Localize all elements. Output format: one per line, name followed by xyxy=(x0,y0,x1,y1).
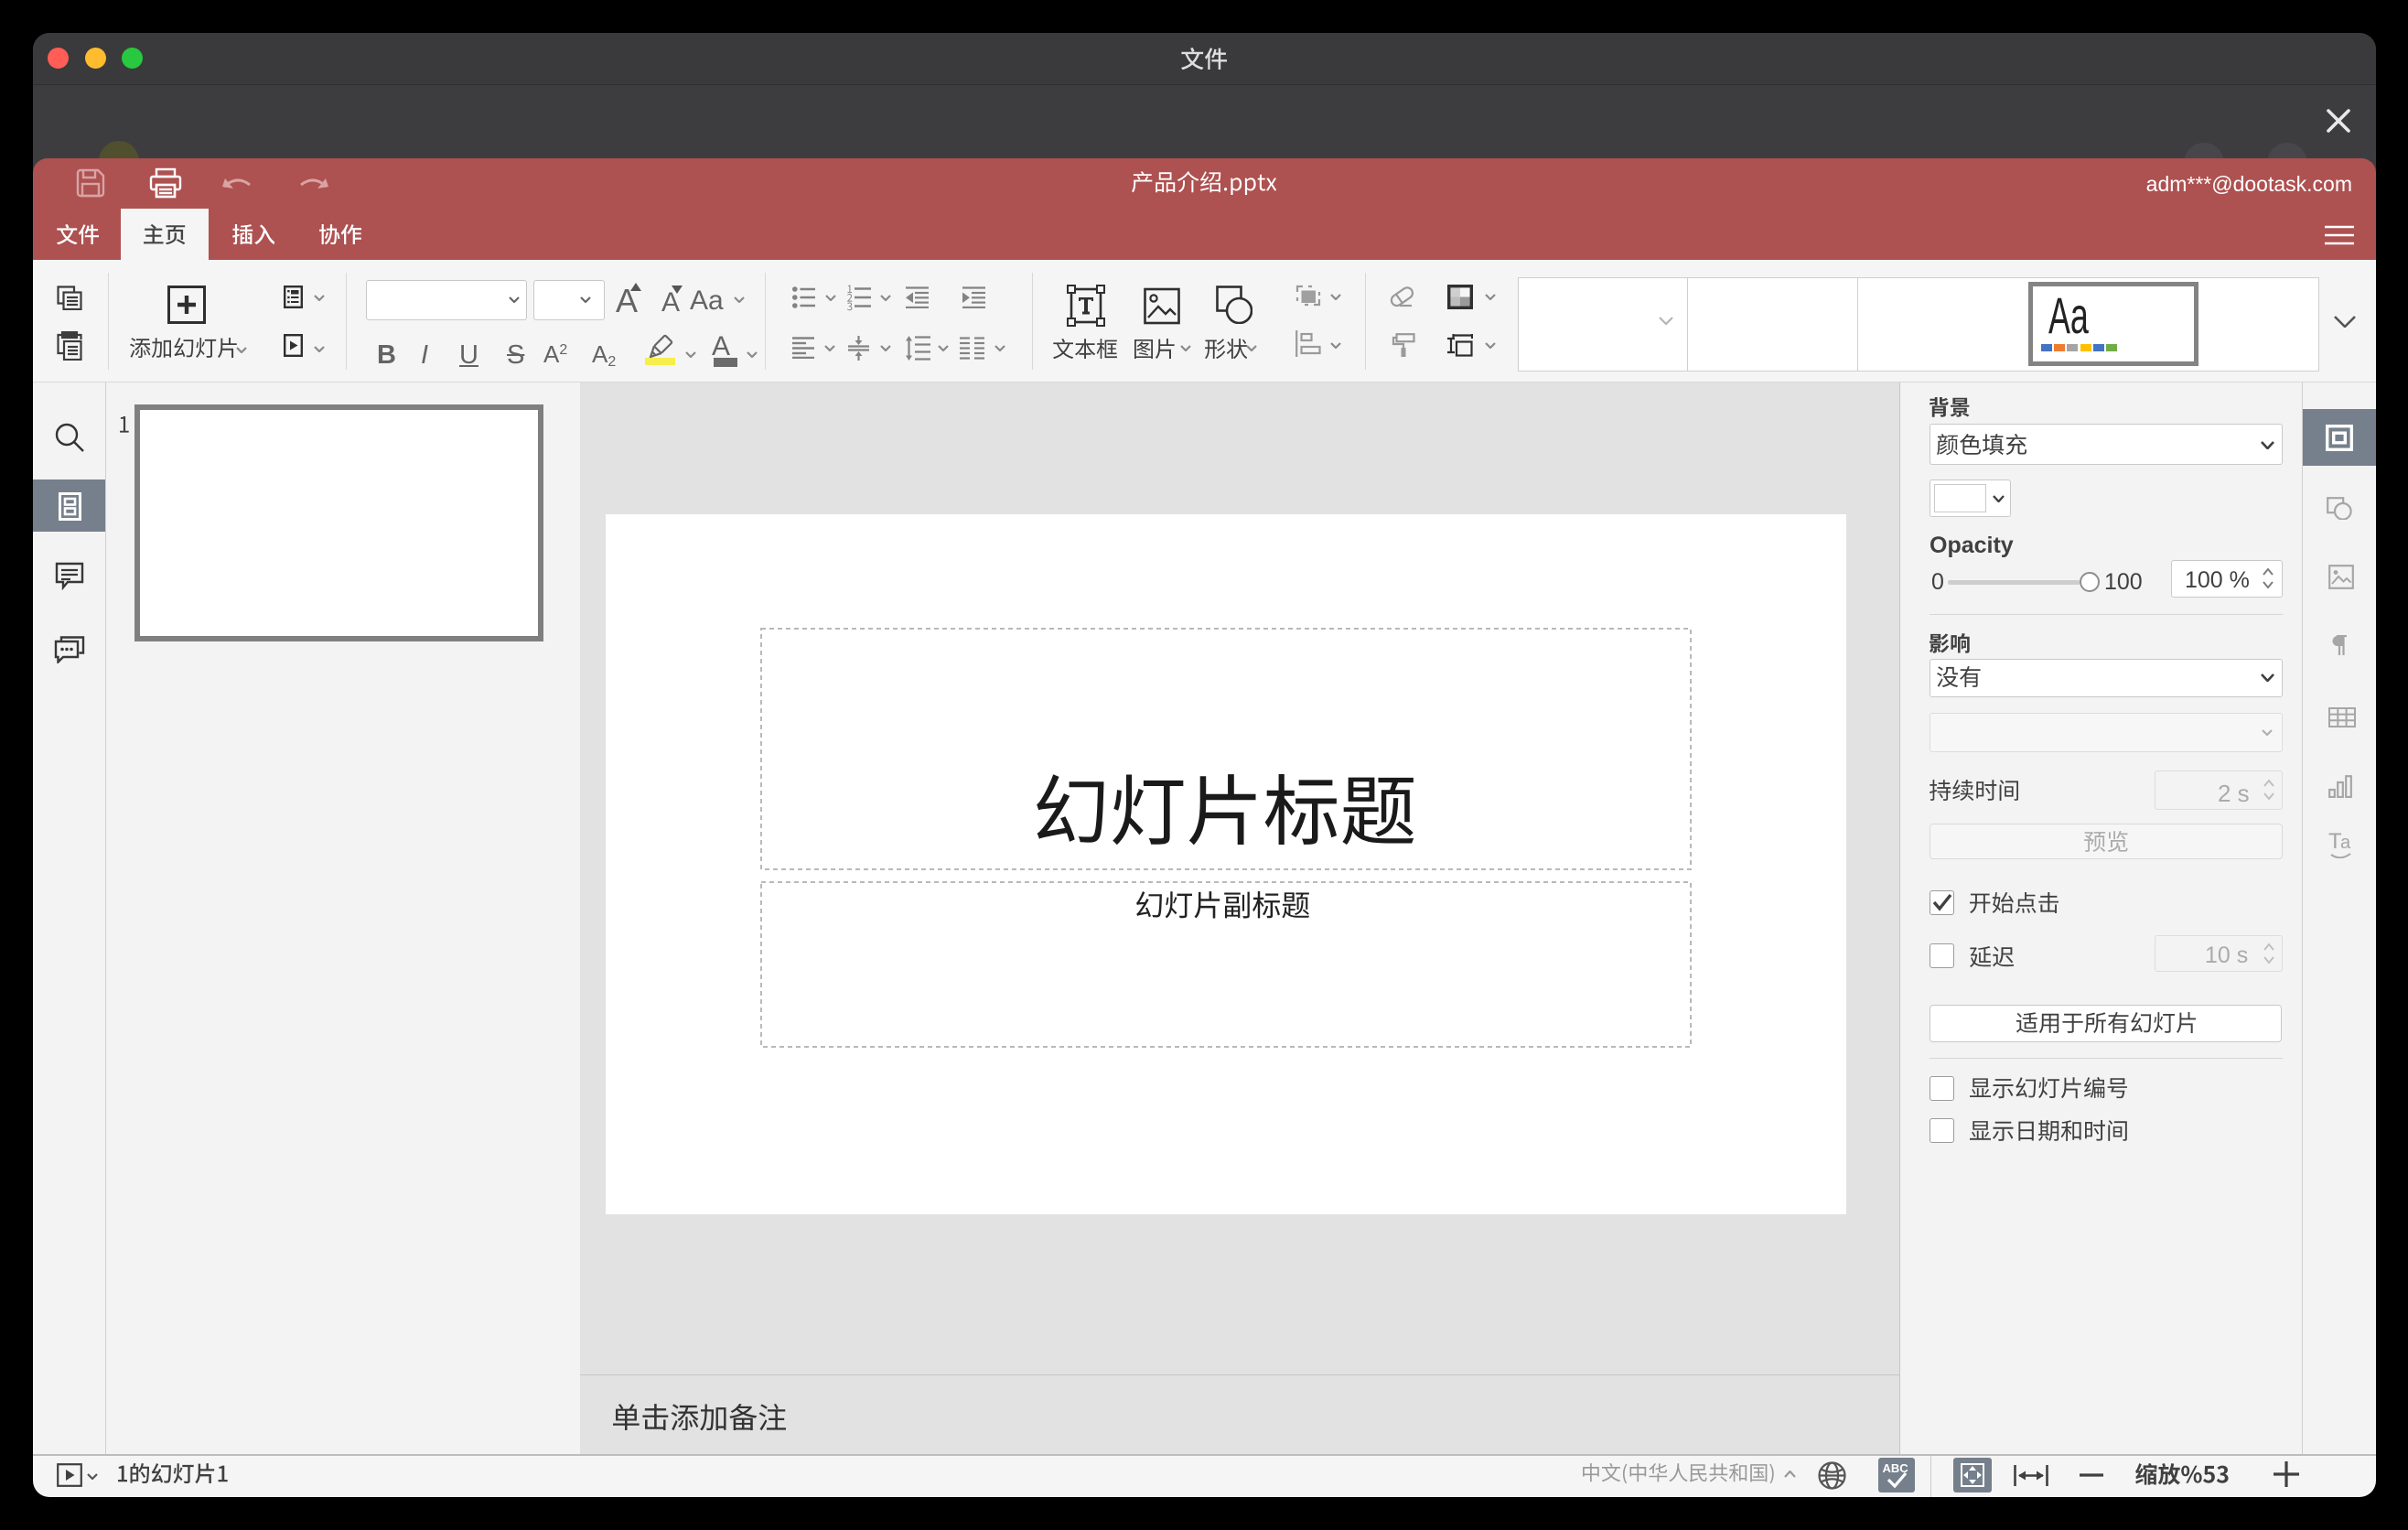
svg-text:a: a xyxy=(2340,833,2351,853)
